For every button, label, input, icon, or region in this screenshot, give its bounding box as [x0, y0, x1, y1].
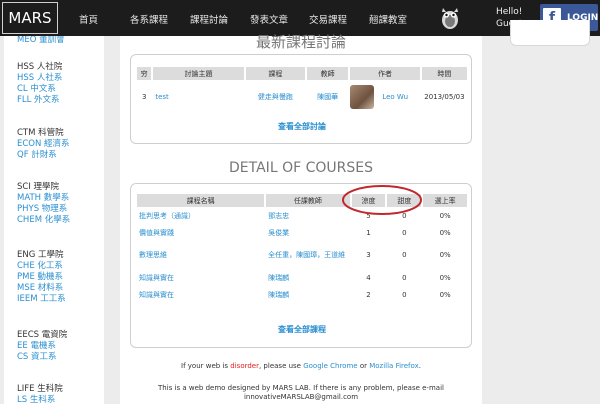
table-row: 價值與實踐 吳俊業 1 0 0% [139, 228, 451, 237]
teacher-link[interactable]: 陳瑞麟 [268, 274, 289, 282]
course-name-link[interactable]: 知識與實在 [139, 274, 174, 282]
column-header: 課程 [245, 67, 306, 80]
firefox-link[interactable]: Mozilla Firefox [369, 362, 419, 370]
view-all-discussions-link[interactable]: 查看全部討論 [131, 121, 473, 132]
table-row: 數理思維 全任重，陳國璋，王道維 3 0 0% [139, 251, 451, 259]
discussions-panel: 穷 討論主題 課程 教師 作者 時間 3 test 健走與慢跑 陳國華 Leo … [130, 54, 472, 144]
nav-department-courses[interactable]: 各系課程 [130, 12, 168, 26]
courses-title: DETAIL OF COURSES [229, 160, 373, 176]
sidebar-link[interactable]: QF 計財系 [17, 150, 70, 161]
sidebar-group-sci: SCI 理學院 MATH 數學系 PHYS 物理系 CHEM 化學系 [17, 182, 71, 226]
contact-email: innovativeMARSLAB@gmail.com [243, 393, 359, 401]
author-link[interactable]: Leo Wu [382, 93, 408, 101]
sidebar-link[interactable]: MATH 數學系 [17, 193, 70, 204]
nav-skip-class-room[interactable]: 翹課教室 [369, 12, 407, 26]
teacher-link[interactable]: 陳瑞麟 [268, 291, 289, 299]
sidebar-link[interactable]: PME 動機系 [17, 272, 66, 283]
nav-course-discussion[interactable]: 課程討論 [190, 12, 228, 26]
table-row: 3 test 健走與慢跑 陳國華 Leo Wu 2013/05/03 [137, 80, 467, 114]
sidebar-link[interactable]: MSE 材料系 [17, 283, 66, 294]
course-name-link[interactable]: 價值與實踐 [139, 229, 174, 237]
sidebar-link[interactable]: LS 生科系 [17, 395, 63, 404]
table-row: 知識與實在 陳瑞麟 2 0 0% [139, 290, 451, 299]
column-header: 討論主題 [153, 67, 244, 80]
column-header: 作者 [350, 67, 420, 80]
sidebar-link[interactable]: EE 電機系 [17, 341, 67, 352]
author-avatar[interactable] [350, 85, 375, 109]
sidebar-group-life: LIFE 生科院 LS 生科系 [17, 384, 63, 404]
owl-mascot-icon [442, 8, 458, 29]
sidebar-link[interactable]: PHYS 物理系 [17, 204, 70, 215]
teacher-link[interactable]: 吳俊業 [268, 229, 289, 237]
sidebar-link[interactable]: IEEM 工工系 [17, 294, 66, 305]
sidebar-link[interactable]: CS 資工系 [17, 352, 67, 363]
course-name-link[interactable]: 數理思維 [139, 251, 167, 259]
column-header: 教師 [307, 67, 349, 80]
nav-post-article[interactable]: 發表文章 [250, 12, 288, 26]
sidebar-group-hss: HSS 人社院 HSS 人社系 CL 中文系 FLL 外文系 [17, 62, 63, 106]
sidebar-link[interactable]: CHE 化工系 [17, 261, 66, 272]
column-header: 穷 [137, 67, 152, 80]
course-link[interactable]: 健走與慢跑 [258, 93, 293, 101]
nav-trade-courses[interactable]: 交易課程 [309, 12, 347, 26]
site-logo[interactable]: MARS [2, 2, 58, 34]
sidebar-link[interactable]: HSS 人社系 [17, 73, 62, 84]
browser-notice: If your web is disorder, please use Goog… [181, 362, 421, 370]
right-side-panel [510, 20, 590, 46]
teacher-link[interactable]: 全任重，陳國璋，王道維 [268, 251, 345, 259]
sidebar-group-eng: ENG 工學院 CHE 化工系 PME 動機系 MSE 材料系 IEEM 工工系 [17, 250, 66, 305]
department-sidebar: MEO 董訓會 HSS 人社院 HSS 人社系 CL 中文系 FLL 外文系 C… [4, 36, 104, 404]
disorder-text: disorder [230, 362, 259, 370]
column-header: 課程名稱 [137, 194, 265, 207]
sidebar-group-ctm: CTM 科管院 ECON 經濟系 QF 計財系 [17, 128, 70, 161]
chrome-link[interactable]: Google Chrome [303, 362, 357, 370]
table-row: 知識與實在 陳瑞麟 4 0 0% [139, 273, 451, 282]
sidebar-link[interactable]: CHEM 化學系 [17, 215, 70, 226]
sidebar-link-meo[interactable]: MEO 董訓會 [17, 36, 65, 46]
teacher-link[interactable]: 陳國華 [317, 93, 338, 101]
discussion-topic-link[interactable]: test [155, 93, 168, 101]
column-header: 時間 [421, 67, 467, 80]
column-header: 選上率 [423, 194, 467, 207]
highlight-ellipse-annotation [342, 185, 422, 215]
discussions-table: 穷 討論主題 課程 教師 作者 時間 3 test 健走與慢跑 陳國華 Leo … [135, 67, 469, 114]
nav-home[interactable]: 首頁 [79, 12, 98, 26]
sidebar-group-eecs: EECS 電資院 EE 電機系 CS 資工系 [17, 330, 68, 363]
sidebar-link[interactable]: ECON 經濟系 [17, 139, 70, 150]
view-all-courses-link[interactable]: 查看全部課程 [131, 324, 473, 335]
discussions-title: 最新課程討論 [255, 33, 346, 51]
course-name-link[interactable]: 批判思考（通識） [139, 212, 195, 220]
column-header: 任課教師 [266, 194, 350, 207]
credits-line: This is a web demo designed by MARS LAB.… [158, 384, 444, 392]
sidebar-link[interactable]: FLL 外文系 [17, 95, 62, 106]
teacher-link[interactable]: 鄧志忠 [268, 212, 289, 220]
main-content: 最新課程討論 穷 討論主題 課程 教師 作者 時間 3 test 健走與慢跑 陳… [120, 33, 482, 404]
sidebar-link[interactable]: CL 中文系 [17, 84, 62, 95]
course-name-link[interactable]: 知識與實在 [139, 291, 174, 299]
